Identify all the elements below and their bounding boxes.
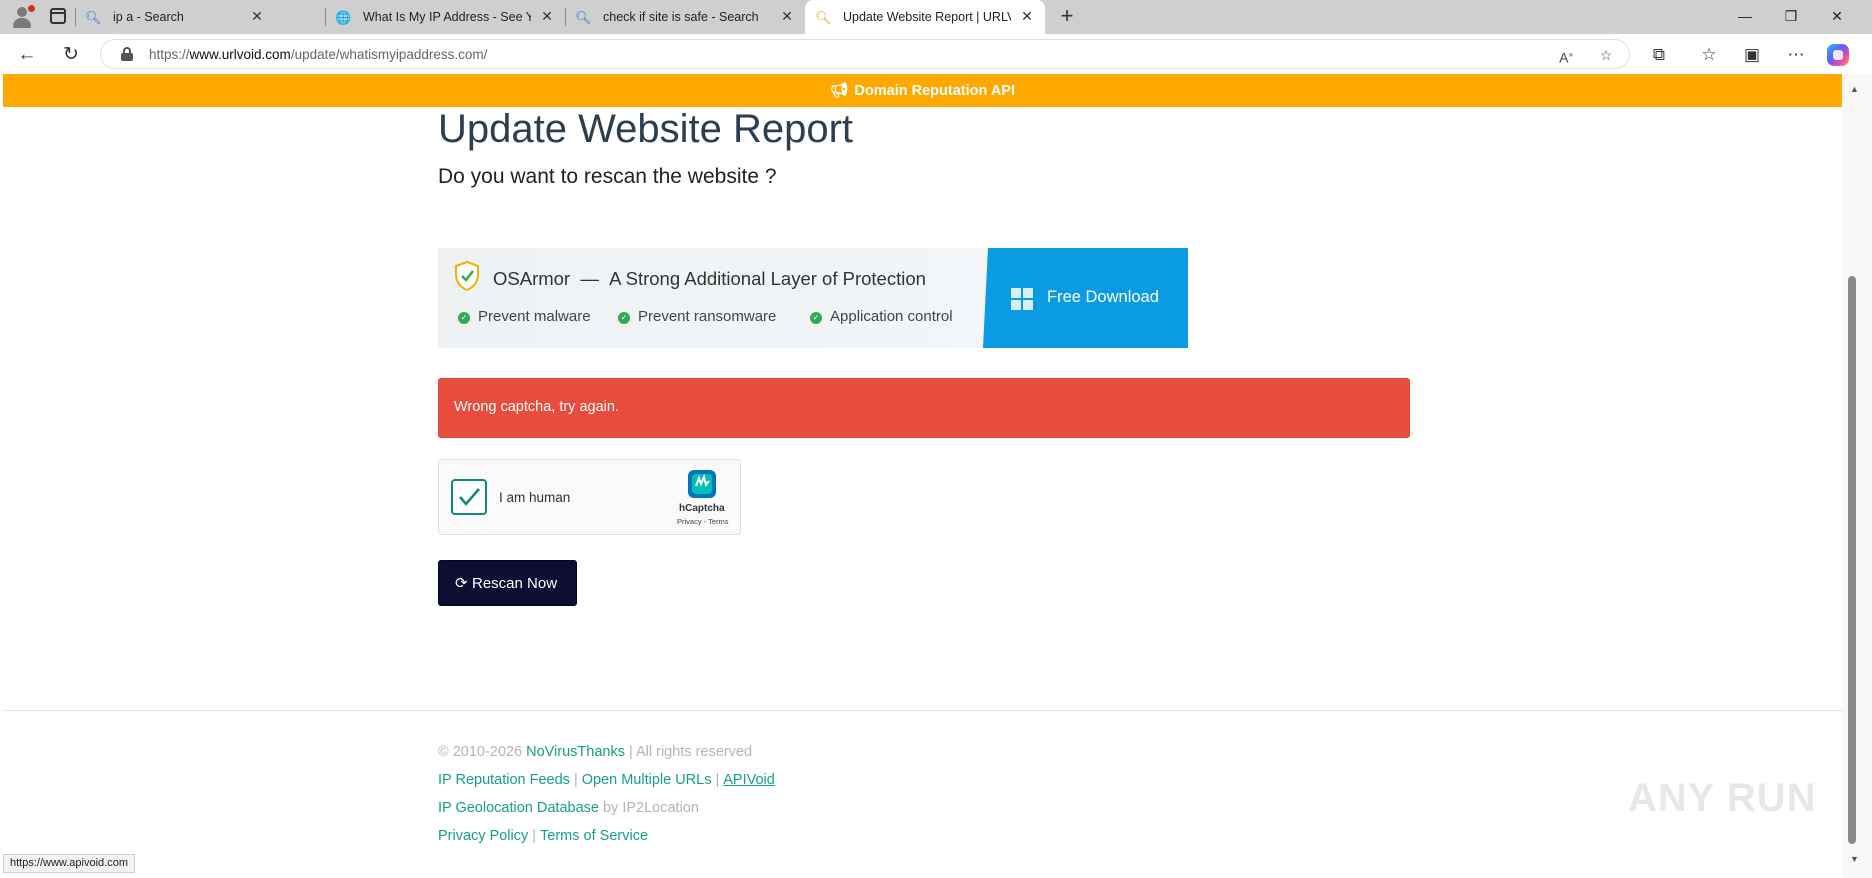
lock-icon[interactable] [121, 47, 133, 61]
ad-feature: ✓ Prevent ransomware [618, 308, 776, 325]
close-icon[interactable]: ✕ [1019, 8, 1035, 24]
footer-geo-row: IP Geolocation Database by IP2Location [438, 800, 699, 816]
hcaptcha-brand: hCaptcha [679, 503, 725, 514]
back-button[interactable]: ← [14, 42, 40, 68]
error-alert: Wrong captcha, try again. [438, 378, 1410, 438]
open-multiple-urls-link[interactable]: Open Multiple URLs [582, 772, 712, 788]
ip-reputation-feeds-link[interactable]: IP Reputation Feeds [438, 772, 570, 788]
free-download-label: Free Download [1047, 288, 1159, 306]
shield-check-icon [455, 261, 479, 291]
page-subtitle: Do you want to rescan the website ? [438, 165, 777, 188]
read-aloud-icon[interactable]: A» [1556, 45, 1576, 66]
tab-actions-icon[interactable] [50, 8, 66, 24]
scroll-down-icon[interactable]: ▼ [1850, 854, 1859, 864]
tab-title: check if site is safe - Search [603, 10, 759, 24]
check-icon: ✓ [810, 312, 822, 324]
scroll-up-icon[interactable]: ▲ [1850, 84, 1859, 94]
profile-avatar-icon[interactable] [8, 4, 36, 30]
apivoid-link[interactable]: APIVoid [723, 772, 775, 788]
captcha-checkbox[interactable] [451, 479, 487, 515]
free-download-button[interactable]: Free Download [983, 248, 1188, 348]
close-window-button[interactable]: ✕ [1822, 6, 1852, 26]
scrollbar-thumb[interactable] [1848, 276, 1856, 844]
url-text[interactable]: https://www.urlvoid.com/update/whatismyi… [149, 47, 487, 62]
checkmark-icon [459, 488, 480, 506]
vertical-scrollbar[interactable]: ▲ ▼ [1842, 74, 1872, 878]
ip-geolocation-database-link[interactable]: IP Geolocation Database [438, 800, 599, 816]
ad-title: OSArmor — A Strong Additional Layer of P… [493, 268, 926, 289]
tab-strip: 🔍︎ ip a - Search ✕ 🌐 What Is My IP Addre… [0, 0, 1872, 34]
terms-of-service-link[interactable]: Terms of Service [540, 828, 648, 844]
refresh-icon: ⟳ [455, 575, 468, 592]
windows-logo-icon [1011, 288, 1033, 310]
close-icon[interactable]: ✕ [249, 8, 265, 24]
tab-update-website-report[interactable]: 🔍︎ Update Website Report | URLVoid ✕ [805, 0, 1045, 34]
ad-feature: ✓ Prevent malware [458, 308, 591, 325]
close-icon[interactable]: ✕ [539, 8, 555, 24]
more-menu-icon[interactable]: ⋯ [1784, 43, 1808, 67]
tab-title: ip a - Search [113, 10, 184, 24]
hcaptcha-logo-icon [688, 470, 716, 498]
promo-label: Domain Reputation API [854, 83, 1015, 99]
extensions-icon[interactable]: ⧉ [1647, 43, 1671, 67]
megaphone-icon: 📢︎ [830, 83, 849, 99]
rescan-label: Rescan Now [472, 575, 558, 592]
captcha-label: I am human [499, 490, 571, 505]
tab-title: What Is My IP Address - See Your [363, 10, 531, 24]
promo-bar[interactable]: 📢︎ Domain Reputation API [3, 74, 1842, 107]
status-bar-url: https://www.apivoid.com [3, 854, 135, 873]
tab-ip-a-search[interactable]: 🔍︎ ip a - Search ✕ [75, 0, 275, 34]
collections-icon[interactable]: ▣ [1740, 43, 1764, 67]
hcaptcha-links: Privacy - Terms [677, 517, 729, 526]
footer-divider [3, 710, 1842, 711]
favorite-star-icon[interactable]: ☆ [1596, 45, 1616, 65]
globe-icon: 🌐 [335, 10, 352, 25]
new-tab-button[interactable]: + [1055, 4, 1079, 28]
footer-legal-row: Privacy Policy | Terms of Service [438, 828, 649, 844]
favorites-icon[interactable]: ☆ [1697, 43, 1721, 67]
tab-what-is-my-ip[interactable]: 🌐 What Is My IP Address - See Your ✕ [325, 0, 565, 34]
browser-window: 🔍︎ ip a - Search ✕ 🌐 What Is My IP Addre… [0, 0, 1872, 878]
search-icon: 🔍︎ [815, 10, 832, 25]
page-title: Update Website Report [438, 107, 854, 151]
ad-feature: ✓ Application control [810, 308, 953, 325]
alert-message: Wrong captcha, try again. [454, 399, 619, 415]
minimize-button[interactable]: — [1730, 6, 1760, 26]
navigation-bar: ← ↻ https://www.urlvoid.com/update/whati… [0, 34, 1872, 74]
address-bar[interactable]: https://www.urlvoid.com/update/whatismyi… [100, 39, 1630, 69]
hcaptcha-widget[interactable]: I am human hCaptcha Privacy - Terms [438, 459, 741, 535]
tab-title: Update Website Report | URLVoid [843, 10, 1011, 24]
rescan-now-button[interactable]: ⟳ Rescan Now [438, 560, 577, 606]
search-icon: 🔍︎ [85, 10, 102, 25]
novirusthanks-link[interactable]: NoVirusThanks [526, 744, 625, 760]
check-icon: ✓ [618, 312, 630, 324]
check-icon: ✓ [458, 312, 470, 324]
osarmor-ad-banner[interactable]: OSArmor — A Strong Additional Layer of P… [438, 248, 1188, 348]
hcaptcha-privacy-link[interactable]: Privacy [677, 517, 702, 526]
footer-links-row: IP Reputation Feeds | Open Multiple URLs | A… [438, 772, 775, 788]
anyrun-watermark: ANY RUN [1628, 776, 1817, 820]
privacy-policy-link[interactable]: Privacy Policy [438, 828, 528, 844]
restore-button[interactable]: ❐ [1776, 6, 1806, 26]
tab-check-site-safe[interactable]: 🔍︎ check if site is safe - Search ✕ [565, 0, 805, 34]
search-icon: 🔍︎ [575, 10, 592, 25]
hcaptcha-terms-link[interactable]: Terms [708, 517, 728, 526]
page-viewport: 📢︎ Domain Reputation API Update Website R… [3, 74, 1842, 878]
footer-copyright: © 2010-2026 NoVirusThanks | All rights r… [438, 744, 753, 760]
refresh-button[interactable]: ↻ [58, 42, 84, 68]
close-icon[interactable]: ✕ [779, 8, 795, 24]
copilot-icon[interactable] [1827, 44, 1849, 66]
